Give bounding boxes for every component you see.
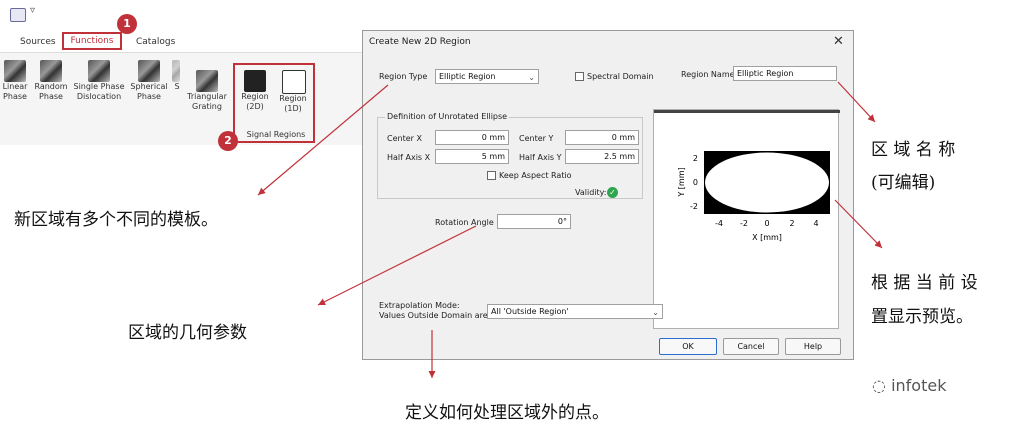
arrow-geometry bbox=[317, 225, 477, 306]
annotation-preview-line1: 根 据 当 前 设 bbox=[871, 273, 978, 293]
annotation-preview-line2: 置显示预览。 bbox=[871, 307, 973, 327]
annotation-name-line1: 区 域 名 称 bbox=[871, 140, 956, 160]
annotation-outside: 定义如何处理区域外的点。 bbox=[405, 403, 609, 423]
arrow-name bbox=[837, 81, 876, 123]
watermark: ◌ infotek bbox=[872, 376, 946, 395]
arrow-preview bbox=[834, 199, 883, 249]
watermark-text: infotek bbox=[891, 376, 947, 395]
annotation-geometry: 区域的几何参数 bbox=[128, 323, 247, 343]
annotation-name-line2: (可编辑) bbox=[871, 173, 936, 193]
wechat-icon: ◌ bbox=[872, 376, 886, 395]
arrow-templates bbox=[257, 84, 389, 196]
annotation-templates: 新区域有多个不同的模板。 bbox=[14, 210, 218, 230]
